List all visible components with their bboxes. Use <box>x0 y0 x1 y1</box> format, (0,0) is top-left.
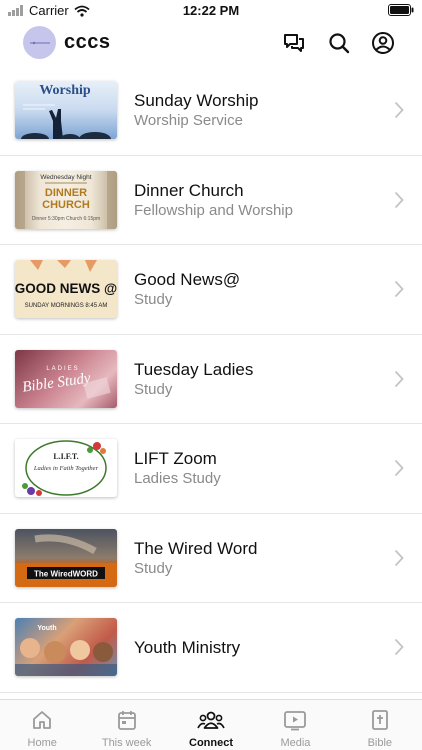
status-bar: Carrier 12:22 PM <box>0 0 422 22</box>
item-subtitle: Study <box>134 559 173 577</box>
thumb-title-good-news: GOOD NEWS @ <box>15 281 117 296</box>
thumbnail-sunday-worship: Worship <box>15 81 117 139</box>
item-title: Dinner Church <box>134 180 244 200</box>
status-time: 12:22 PM <box>182 3 240 18</box>
chevron-right-icon <box>394 638 404 656</box>
thumbnail-good-news: GOOD NEWS @ SUNDAY MORNINGS 8:45 AM <box>15 260 117 318</box>
chevron-right-icon <box>394 101 404 119</box>
list-item-lift-zoom[interactable]: L.I.F.T. Ladies in Faith Together LIFT Z… <box>0 424 422 514</box>
app-title: cccs <box>64 31 111 53</box>
tab-media[interactable]: Media <box>253 700 337 750</box>
bible-icon <box>371 710 388 730</box>
thumb-title-worship: Worship <box>39 83 91 98</box>
thumb-small-good-news: SUNDAY MORNINGS 8:45 AM <box>25 303 108 309</box>
thumbnail-lift-zoom: L.I.F.T. Ladies in Faith Together <box>15 439 117 497</box>
item-subtitle: Study <box>134 380 173 398</box>
item-subtitle: Ladies Study <box>134 470 221 487</box>
thumbnail-youth-ministry: Youth <box>15 618 117 676</box>
tab-label: Media <box>280 737 311 749</box>
thumbnail-tuesday-ladies: LADIES Bible Study <box>15 349 117 408</box>
account-icon[interactable] <box>371 31 395 55</box>
tab-label: Bible <box>367 737 393 749</box>
tab-label: This week <box>101 737 152 749</box>
thumb-title-lift: L.I.F.T. <box>53 452 78 461</box>
list-item-youth-ministry[interactable]: Youth Youth Ministry <box>0 603 422 693</box>
chevron-right-icon <box>394 280 404 298</box>
list-item-dinner-church[interactable]: Wednesday Night DINNER CHURCH Dinner 5:3… <box>0 156 422 245</box>
list-item-sunday-worship[interactable]: Worship Sunday Worship Worship Service <box>0 66 422 156</box>
item-title: Youth Ministry <box>134 638 241 657</box>
tab-connect[interactable]: Connect <box>169 700 253 750</box>
item-title: Good News@ <box>134 270 241 289</box>
app-header: cccs <box>0 22 422 66</box>
tab-bible[interactable]: Bible <box>338 700 422 750</box>
thumb-title-youth: Youth <box>37 625 56 632</box>
list-item-good-news[interactable]: GOOD NEWS @ SUNDAY MORNINGS 8:45 AM Good… <box>0 245 422 335</box>
tab-label: Connect <box>189 737 234 749</box>
search-icon[interactable] <box>327 31 351 55</box>
people-icon <box>197 711 225 729</box>
home-icon <box>33 711 52 729</box>
chevron-right-icon <box>394 459 404 477</box>
thumbnail-dinner-church: Wednesday Night DINNER CHURCH Dinner 5:3… <box>15 170 117 229</box>
calendar-icon <box>117 711 136 730</box>
thumb-top-ladies: LADIES <box>46 366 79 372</box>
tab-bar: Home This week Connect Media Bible <box>0 699 422 750</box>
battery-icon <box>388 4 414 19</box>
item-subtitle: Study <box>134 291 173 308</box>
item-subtitle: Fellowship and Worship <box>134 201 293 219</box>
tab-this-week[interactable]: This week <box>84 700 168 750</box>
thumb-title-dinner: DINNER <box>45 187 87 199</box>
item-title: Tuesday Ladies <box>134 359 254 379</box>
item-title: LIFT Zoom <box>134 449 217 468</box>
item-title: Sunday Worship <box>134 91 259 110</box>
group-list: Worship Sunday Worship Worship Service W… <box>0 66 422 693</box>
item-subtitle: Worship Service <box>134 112 243 129</box>
chevron-right-icon <box>394 370 404 387</box>
logo-mark-icon <box>29 41 50 44</box>
play-icon <box>284 711 307 731</box>
thumb-top-dinner: Wednesday Night <box>40 174 91 181</box>
thumb-title-wired: The WiredWORD <box>34 569 98 578</box>
thumb-small-lift: Ladies in Faith Together <box>33 465 99 472</box>
chat-icon[interactable] <box>282 31 306 55</box>
tab-home[interactable]: Home <box>0 700 84 750</box>
chevron-right-icon <box>394 549 404 566</box>
thumb-title-bible-study: Bible Study <box>21 370 92 395</box>
list-item-tuesday-ladies[interactable]: LADIES Bible Study Tuesday Ladies Study <box>0 335 422 424</box>
app-logo[interactable] <box>23 26 56 59</box>
chevron-right-icon <box>394 191 404 208</box>
thumb-small-dinner: Dinner 5:30pm Church 6:15pm <box>32 216 100 222</box>
item-title: The Wired Word <box>134 538 258 558</box>
thumb-title-church: CHURCH <box>42 199 90 211</box>
thumbnail-wired-word: The WiredWORD <box>15 528 117 587</box>
tab-label: Home <box>27 737 57 749</box>
list-item-wired-word[interactable]: The WiredWORD The Wired Word Study <box>0 514 422 603</box>
